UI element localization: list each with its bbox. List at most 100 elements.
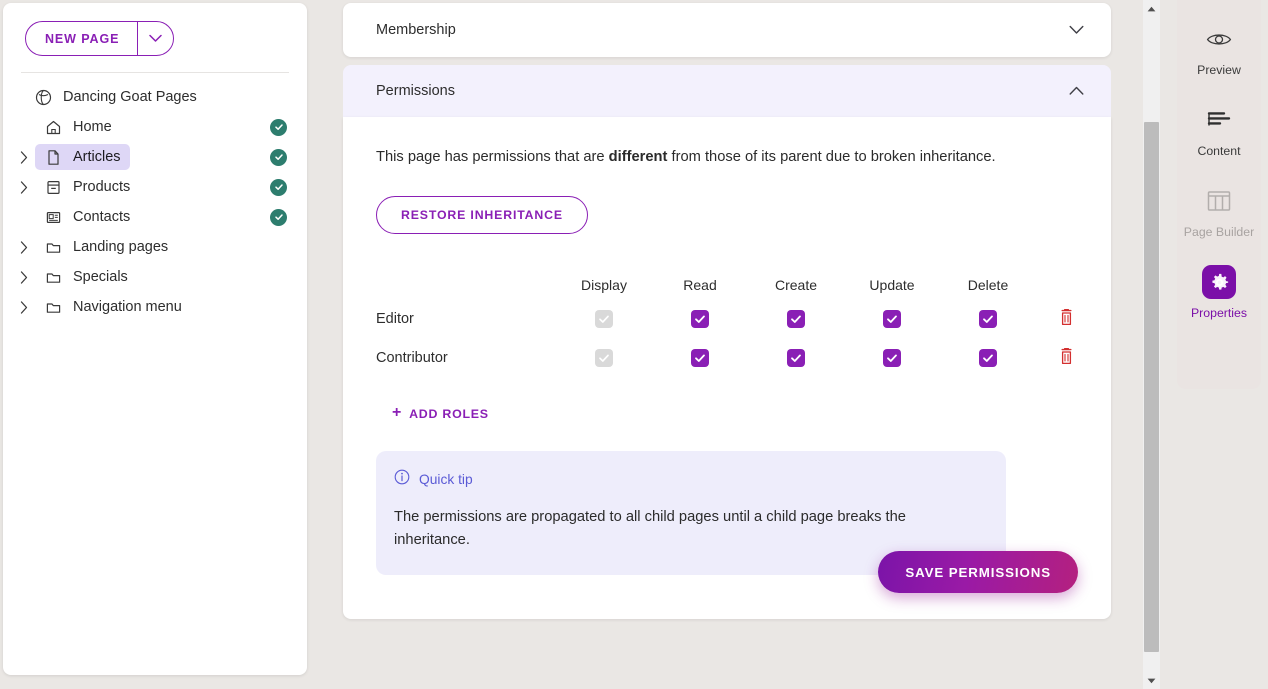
inheritance-notice-emphasis: different	[608, 149, 668, 165]
rail-item-preview-label: Preview	[1197, 63, 1241, 77]
sidebar-item-navigation-menu[interactable]: Navigation menu	[3, 293, 307, 321]
trash-icon[interactable]	[1055, 306, 1077, 328]
trash-icon[interactable]	[1055, 345, 1077, 367]
cell-update	[844, 300, 940, 339]
permissions-table: Display Read Create Update Delete Editor	[376, 270, 1096, 378]
rail-item-page-builder[interactable]: Page Builder	[1177, 184, 1261, 239]
sidebar-item-articles[interactable]: Articles	[3, 143, 307, 171]
table-row: Contributor	[376, 339, 1096, 378]
checkbox-delete-editor[interactable]	[979, 309, 997, 328]
status-badge-published	[270, 178, 287, 196]
column-header-actions	[1036, 270, 1096, 300]
sidebar-item-specials[interactable]: Specials	[3, 263, 307, 291]
sidebar-item-home-body[interactable]: Home	[35, 114, 121, 140]
sidebar-item-articles-body[interactable]: Articles	[35, 144, 130, 170]
add-roles-label: ADD ROLES	[409, 406, 489, 421]
quick-tip-header: Quick tip	[394, 469, 986, 490]
cell-delete	[940, 300, 1036, 339]
column-header-delete: Delete	[967, 276, 1009, 293]
status-badge-published	[270, 208, 287, 226]
sidebar-item-contacts[interactable]: Contacts	[3, 203, 307, 231]
new-page-button-wrap: NEW PAGE	[3, 3, 307, 56]
sidebar-item-products-body[interactable]: Products	[35, 174, 139, 200]
page-icon	[44, 148, 62, 166]
sidebar-item-contacts-label: Contacts	[73, 209, 131, 225]
checkbox-delete-contributor[interactable]	[979, 348, 997, 367]
home-icon	[44, 118, 62, 136]
right-action-rail: Preview Content Page Builder Properties	[1177, 0, 1261, 389]
rail-item-properties[interactable]: Properties	[1177, 265, 1261, 320]
sidebar-item-navigation-menu-body[interactable]: Navigation menu	[35, 294, 191, 320]
inheritance-notice: This page has permissions that are diffe…	[376, 147, 1078, 168]
new-page-button-label: NEW PAGE	[45, 31, 120, 46]
role-name-label: Editor	[376, 311, 414, 328]
cell-create	[748, 300, 844, 339]
restore-inheritance-button[interactable]: RESTORE INHERITANCE	[376, 195, 588, 234]
info-circle-icon	[394, 469, 410, 490]
folder-icon	[44, 268, 62, 286]
tree-root-body[interactable]: Dancing Goat Pages	[25, 84, 206, 110]
save-permissions-button[interactable]: SAVE PERMISSIONS	[878, 551, 1078, 593]
rail-item-content-label: Content	[1197, 144, 1241, 158]
scroll-down-arrow-icon[interactable]	[1143, 672, 1160, 689]
folder-icon	[44, 238, 62, 256]
checkbox-update-contributor[interactable]	[883, 348, 901, 367]
rail-item-content[interactable]: Content	[1177, 103, 1261, 158]
column-header-update: Update	[869, 276, 915, 293]
checkbox-display-contributor	[595, 348, 613, 367]
sidebar-item-products-label: Products	[73, 179, 131, 195]
scroll-up-arrow-icon[interactable]	[1143, 0, 1160, 17]
cell-actions	[1036, 339, 1096, 378]
checkbox-update-editor[interactable]	[883, 309, 901, 328]
rail-item-page-builder-label: Page Builder	[1183, 225, 1255, 239]
role-cell: Editor	[376, 300, 556, 339]
save-button-row: SAVE PERMISSIONS	[878, 551, 1078, 593]
vertical-scrollbar[interactable]	[1143, 0, 1160, 689]
new-page-button[interactable]: NEW PAGE	[25, 21, 175, 56]
sidebar-item-articles-label: Articles	[73, 149, 121, 165]
folder-icon	[44, 298, 62, 316]
sidebar-item-products[interactable]: Products	[3, 173, 307, 201]
role-cell: Contributor	[376, 339, 556, 378]
expand-toggle-landing-pages[interactable]	[13, 240, 35, 254]
sidebar-item-specials-label: Specials	[73, 269, 128, 285]
checkbox-create-editor[interactable]	[787, 309, 805, 328]
plus-icon: +	[392, 403, 403, 421]
gear-icon	[1202, 265, 1236, 299]
pages-sidebar: NEW PAGE Dancing Goat Pages Home Article…	[3, 3, 307, 675]
sidebar-item-landing-pages-label: Landing pages	[73, 239, 169, 255]
cell-update	[844, 339, 940, 378]
cell-display	[556, 339, 652, 378]
chevron-up-icon[interactable]	[1063, 78, 1089, 104]
chevron-down-icon[interactable]	[137, 22, 173, 55]
eye-icon	[1202, 22, 1236, 56]
checkbox-create-contributor[interactable]	[787, 348, 805, 367]
checkbox-read-editor[interactable]	[691, 309, 709, 328]
accordion-permissions-title: Permissions	[376, 83, 455, 99]
expand-toggle-specials[interactable]	[13, 270, 35, 284]
sidebar-item-home-label: Home	[73, 119, 112, 135]
chevron-down-icon[interactable]	[1063, 17, 1089, 43]
expand-toggle-products[interactable]	[13, 180, 35, 194]
scrollbar-thumb[interactable]	[1144, 122, 1159, 652]
sidebar-item-landing-pages[interactable]: Landing pages	[3, 233, 307, 261]
checkbox-read-contributor[interactable]	[691, 348, 709, 367]
expand-toggle-articles[interactable]	[13, 150, 35, 164]
accordion-permissions-header[interactable]: Permissions	[343, 65, 1111, 117]
sidebar-item-home[interactable]: Home	[3, 113, 307, 141]
column-header-read: Read	[683, 276, 717, 293]
checkbox-display-editor	[595, 309, 613, 328]
rail-item-preview[interactable]: Preview	[1177, 22, 1261, 77]
cell-create	[748, 339, 844, 378]
tree-root-row[interactable]: Dancing Goat Pages	[3, 83, 307, 111]
column-header-display: Display	[581, 276, 627, 293]
sidebar-item-specials-body[interactable]: Specials	[35, 264, 137, 290]
table-row: Editor	[376, 300, 1096, 339]
sidebar-item-contacts-body[interactable]: Contacts	[35, 204, 139, 230]
sidebar-item-landing-pages-body[interactable]: Landing pages	[35, 234, 177, 260]
expand-toggle-navigation-menu[interactable]	[13, 300, 35, 314]
quick-tip-title: Quick tip	[419, 471, 473, 487]
accordion-membership[interactable]: Membership	[343, 3, 1111, 57]
add-roles-button[interactable]: + ADD ROLES	[392, 403, 489, 422]
permissions-table-header-row: Display Read Create Update Delete	[376, 270, 1096, 300]
